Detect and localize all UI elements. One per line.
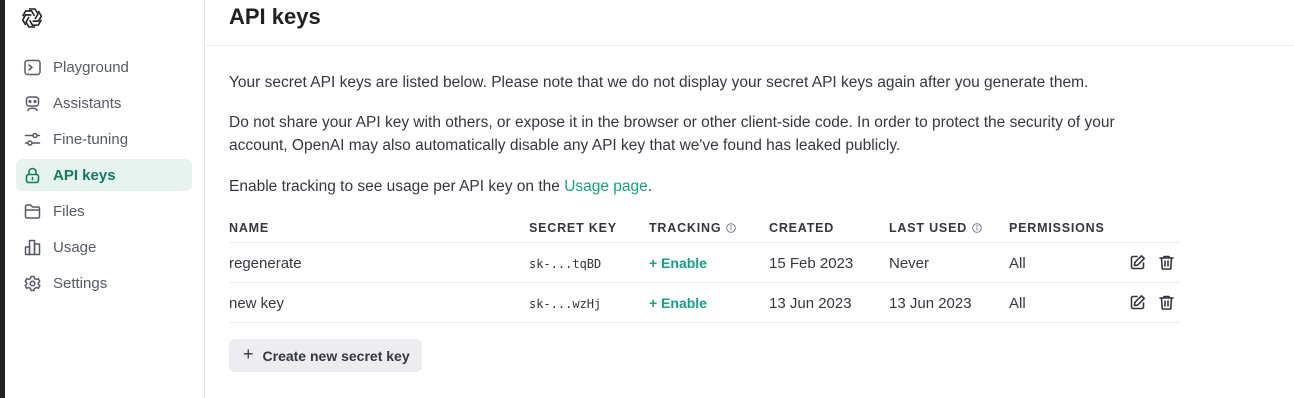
- column-header-last-used: LAST USED: [889, 221, 982, 235]
- row-actions: [1129, 254, 1175, 271]
- info-icon[interactable]: [726, 223, 737, 233]
- enable-tracking-button[interactable]: + Enable: [649, 255, 707, 271]
- sliders-icon: [23, 130, 41, 148]
- secret-key-value: sk-...wzHj: [529, 297, 602, 311]
- sidebar-item-label: Settings: [53, 274, 108, 292]
- terminal-icon: [23, 58, 41, 76]
- edit-icon[interactable]: [1129, 294, 1146, 311]
- table-header: NAME SECRET KEY TRACKING CREATED LAST US…: [229, 212, 1181, 243]
- sidebar-item-assistants[interactable]: Assistants: [16, 87, 192, 119]
- sidebar-item-files[interactable]: Files: [16, 195, 192, 227]
- row-actions: [1129, 294, 1175, 311]
- sidebar-item-label: API keys: [53, 166, 116, 184]
- created-date: 13 Jun 2023: [769, 295, 852, 312]
- sidebar-item-fine-tuning[interactable]: Fine-tuning: [16, 123, 192, 155]
- page-title: API keys: [229, 4, 321, 29]
- table-row: new key sk-...wzHj + Enable 13 Jun 2023 …: [229, 283, 1181, 323]
- create-button-label: Create new secret key: [262, 347, 410, 364]
- sidebar-item-label: Assistants: [53, 94, 122, 112]
- column-header-permissions: PERMISSIONS: [1009, 221, 1105, 235]
- create-new-secret-key-button[interactable]: + Create new secret key: [229, 339, 422, 372]
- column-header-tracking: TRACKING: [649, 221, 737, 235]
- tracking-suffix: .: [647, 178, 653, 195]
- warning-text: Do not share your API key with others, o…: [229, 114, 1115, 154]
- sidebar-item-label: Fine-tuning: [53, 130, 129, 148]
- edit-icon[interactable]: [1129, 254, 1146, 271]
- key-name: regenerate: [229, 255, 302, 272]
- robot-icon: [23, 94, 41, 112]
- info-icon[interactable]: [972, 223, 982, 233]
- sidebar-item-playground[interactable]: Playground: [16, 51, 192, 83]
- tracking-prefix: Enable tracking to see usage per API key…: [229, 178, 565, 195]
- column-header-secret-key: SECRET KEY: [529, 221, 617, 235]
- sidebar-nav: Playground Assistants Fine-tuning API ke…: [16, 51, 192, 303]
- last-used-date: Never: [889, 255, 930, 272]
- permissions-value: All: [1009, 295, 1026, 312]
- bar-chart-icon: [23, 238, 41, 256]
- table-row: regenerate sk-...tqBD + Enable 15 Feb 20…: [229, 243, 1181, 283]
- sidebar-item-api-keys[interactable]: API keys: [16, 159, 192, 191]
- column-header-last-used-label: LAST USED: [889, 221, 968, 235]
- sidebar-item-usage[interactable]: Usage: [16, 231, 192, 263]
- intro-text: Your secret API keys are listed below. P…: [229, 74, 1089, 91]
- api-keys-table: NAME SECRET KEY TRACKING CREATED LAST US…: [229, 212, 1181, 323]
- sidebar-item-label: Files: [53, 202, 85, 220]
- gear-icon: [23, 274, 41, 292]
- last-used-date: 13 Jun 2023: [889, 295, 972, 312]
- sidebar-item-settings[interactable]: Settings: [16, 267, 192, 299]
- sidebar-item-label: Usage: [53, 238, 97, 256]
- key-name: new key: [229, 295, 285, 312]
- column-header-created: CREATED: [769, 221, 835, 235]
- enable-tracking-button[interactable]: + Enable: [649, 295, 707, 311]
- main-content: API keys Your secret API keys are listed…: [205, 0, 1294, 398]
- column-header-name: NAME: [229, 221, 270, 235]
- folder-icon: [23, 202, 41, 220]
- trash-icon[interactable]: [1158, 294, 1175, 311]
- sidebar: Playground Assistants Fine-tuning API ke…: [5, 0, 205, 398]
- openai-logo-icon[interactable]: [19, 5, 45, 31]
- column-header-tracking-label: TRACKING: [649, 221, 722, 235]
- trash-icon[interactable]: [1158, 254, 1175, 271]
- secret-key-value: sk-...tqBD: [529, 257, 602, 271]
- usage-page-link[interactable]: Usage page: [564, 178, 648, 195]
- permissions-value: All: [1009, 255, 1026, 272]
- plus-icon: +: [243, 344, 254, 364]
- tracking-text: Enable tracking to see usage per API key…: [229, 175, 1159, 198]
- lock-icon: [23, 166, 41, 184]
- app-root: Playground Assistants Fine-tuning API ke…: [0, 0, 1294, 398]
- page-header: API keys: [205, 0, 1294, 46]
- sidebar-item-label: Playground: [53, 58, 129, 76]
- created-date: 15 Feb 2023: [769, 255, 854, 272]
